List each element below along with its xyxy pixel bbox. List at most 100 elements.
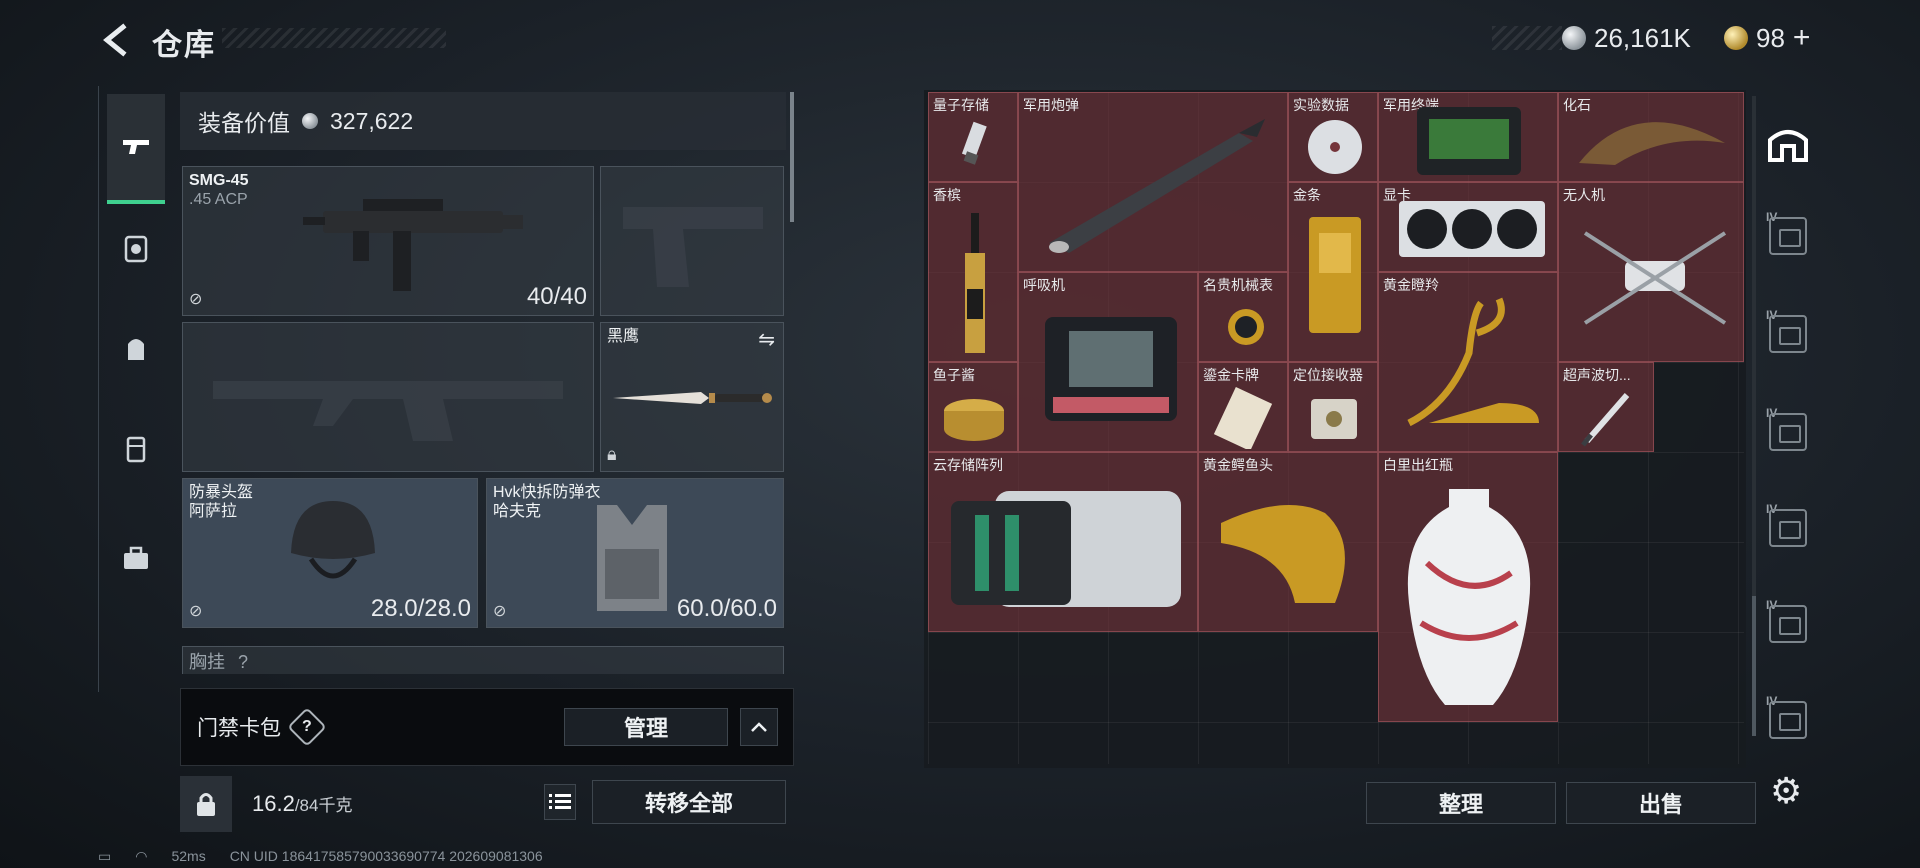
weight-current: 16.2 bbox=[252, 791, 295, 816]
add-gold-icon[interactable]: + bbox=[1793, 21, 1811, 55]
item-drone[interactable]: 无人机 bbox=[1558, 182, 1744, 362]
transfer-all-button[interactable]: 转移全部 bbox=[592, 780, 786, 824]
manage-button[interactable]: 管理 bbox=[564, 708, 728, 746]
item-experiment-data[interactable]: 实验数据 bbox=[1288, 92, 1378, 182]
silver-coin-icon bbox=[1562, 26, 1586, 50]
item-porcelain-vase[interactable]: 白里出红瓶 bbox=[1378, 452, 1558, 722]
no-drop-icon: ⊘ bbox=[493, 603, 507, 620]
item-locator-receiver[interactable]: 定位接收器 bbox=[1288, 362, 1378, 452]
item-ultrasonic-cutter[interactable]: 超声波切... bbox=[1558, 362, 1654, 452]
item-champagne[interactable]: 香槟 bbox=[928, 182, 1018, 362]
croc-head-image bbox=[1221, 505, 1345, 603]
home-storage-icon[interactable] bbox=[1764, 120, 1812, 168]
gold-currency[interactable]: 98 + bbox=[1724, 20, 1810, 56]
list-view-button[interactable] bbox=[544, 784, 576, 820]
watch-image bbox=[1228, 309, 1264, 345]
gold-bar-image bbox=[1309, 217, 1361, 333]
lock-icon[interactable] bbox=[180, 776, 232, 832]
armor-durability: 60.0/60.0 bbox=[676, 595, 777, 622]
terminal-case-image bbox=[1417, 107, 1521, 175]
case-IV-icon[interactable]: IV bbox=[1764, 308, 1812, 358]
item-caviar[interactable]: 鱼子酱 bbox=[928, 362, 1018, 452]
gear-icon[interactable]: ⚙ bbox=[1770, 770, 1802, 812]
no-drop-icon: ⊘ bbox=[189, 603, 203, 620]
chest-rig-slot[interactable]: 胸挂 ? bbox=[182, 646, 784, 674]
item-ventilator[interactable]: 呼吸机 bbox=[1018, 272, 1198, 452]
item-gold-bar[interactable]: 金条 bbox=[1288, 182, 1378, 362]
toolbox-icon bbox=[124, 546, 148, 569]
item-graphics-card[interactable]: 显卡 bbox=[1378, 182, 1558, 272]
chevron-up-icon bbox=[751, 722, 767, 732]
tab-helmet[interactable] bbox=[107, 194, 165, 304]
case-IV-icon[interactable]: IV bbox=[1764, 598, 1812, 648]
case-IV-icon[interactable]: IV bbox=[1764, 694, 1812, 744]
missile-image bbox=[1049, 119, 1265, 253]
weapon-name: SMG-45 bbox=[189, 172, 249, 189]
title-decoration bbox=[222, 28, 446, 48]
item-fossil[interactable]: 化石 bbox=[1558, 92, 1744, 182]
helmet-card-icon bbox=[124, 235, 148, 263]
case-icon bbox=[126, 436, 146, 463]
chest-rig-hint-icon: ? bbox=[238, 652, 249, 672]
vase-image bbox=[1407, 489, 1531, 705]
tab-container[interactable] bbox=[107, 394, 165, 504]
champagne-bottle-image bbox=[965, 213, 985, 353]
wifi-icon: ◠ bbox=[135, 848, 148, 864]
weapon-durability: 40/40 bbox=[526, 283, 587, 310]
knife-image bbox=[613, 392, 772, 404]
item-cloud-storage-array[interactable]: 云存储阵列 bbox=[928, 452, 1198, 632]
silver-amount: 26,161K bbox=[1594, 22, 1691, 53]
secondary-weapon-slot[interactable] bbox=[182, 322, 594, 472]
weight-readout: 16.2/84千克 bbox=[252, 791, 352, 817]
card-image bbox=[1213, 387, 1273, 449]
item-military-terminal[interactable]: 军用终端 bbox=[1378, 92, 1558, 182]
back-arrow-icon[interactable] bbox=[96, 18, 136, 62]
sort-button[interactable]: 整理 bbox=[1366, 782, 1556, 824]
smg-image bbox=[303, 199, 523, 291]
cutter-image bbox=[1581, 393, 1630, 447]
tab-backpack[interactable] bbox=[107, 294, 165, 404]
primary-weapon-slot[interactable]: SMG-45 .45 ACP ⊘ 40/40 bbox=[182, 166, 594, 316]
help-icon[interactable]: ? bbox=[287, 707, 327, 747]
swap-icon[interactable]: ⇋ bbox=[758, 327, 775, 352]
melee-slot[interactable]: 黑鹰 ⇋ 🔒︎ bbox=[600, 322, 784, 472]
item-military-shell[interactable]: 军用炮弹 bbox=[1018, 92, 1288, 272]
armor-slot[interactable]: Hvk快拆防弹衣 哈夫克 ⊘ 60.0/60.0 bbox=[486, 478, 784, 628]
pistol-silhouette-icon bbox=[623, 207, 763, 287]
battery-icon: ▭ bbox=[98, 848, 112, 864]
item-golden-gazelle[interactable]: 黄金瞪羚 bbox=[1378, 272, 1558, 452]
gun-icon bbox=[123, 140, 149, 154]
item-golden-croc-head[interactable]: 黄金鳄鱼头 bbox=[1198, 452, 1378, 632]
sell-button[interactable]: 出售 bbox=[1566, 782, 1756, 824]
equipment-value: 327,622 bbox=[330, 107, 414, 134]
equipment-value-bar: 装备价值 327,622 bbox=[180, 92, 786, 150]
equipment-tabs bbox=[98, 86, 174, 692]
item-luxury-watch[interactable]: 名贵机械表 bbox=[1198, 272, 1288, 362]
receiver-image bbox=[1311, 399, 1357, 439]
helmet-faction: 阿萨拉 bbox=[189, 503, 238, 520]
weight-max: /84千克 bbox=[294, 796, 353, 815]
no-drop-icon: ⊘ bbox=[189, 291, 203, 308]
ping-readout: 52ms bbox=[171, 848, 206, 864]
item-quantum-storage[interactable]: 量子存储 bbox=[928, 92, 1018, 182]
case-IV-icon[interactable]: IV bbox=[1764, 210, 1812, 260]
server-array-image bbox=[951, 491, 1181, 607]
gold-amount: 98 bbox=[1756, 22, 1785, 53]
weapon-ammo: .45 ACP bbox=[189, 191, 248, 208]
storage-scrollbar-thumb[interactable] bbox=[1752, 596, 1756, 736]
equipment-scrollbar[interactable] bbox=[790, 92, 794, 222]
helmet-name: 防暴头盔 bbox=[189, 484, 254, 501]
item-gilded-card[interactable]: 鎏金卡牌 bbox=[1198, 362, 1288, 452]
sidearm-slot[interactable] bbox=[600, 166, 784, 316]
gold-coin-icon bbox=[1724, 26, 1748, 50]
helmet-slot[interactable]: 防暴头盔 阿萨拉 ⊘ 28.0/28.0 bbox=[182, 478, 478, 628]
melee-name: 黑鹰 bbox=[607, 328, 640, 345]
case-IV-icon[interactable]: IV bbox=[1764, 502, 1812, 552]
usb-drive-image bbox=[961, 121, 987, 165]
tab-weapons[interactable] bbox=[107, 94, 165, 204]
ventilator-image bbox=[1045, 317, 1177, 421]
collapse-button[interactable] bbox=[740, 708, 778, 746]
tab-toolbox[interactable] bbox=[107, 504, 165, 614]
case-IV-icon[interactable]: IV bbox=[1764, 406, 1812, 456]
gazelle-statue-image bbox=[1407, 297, 1539, 427]
